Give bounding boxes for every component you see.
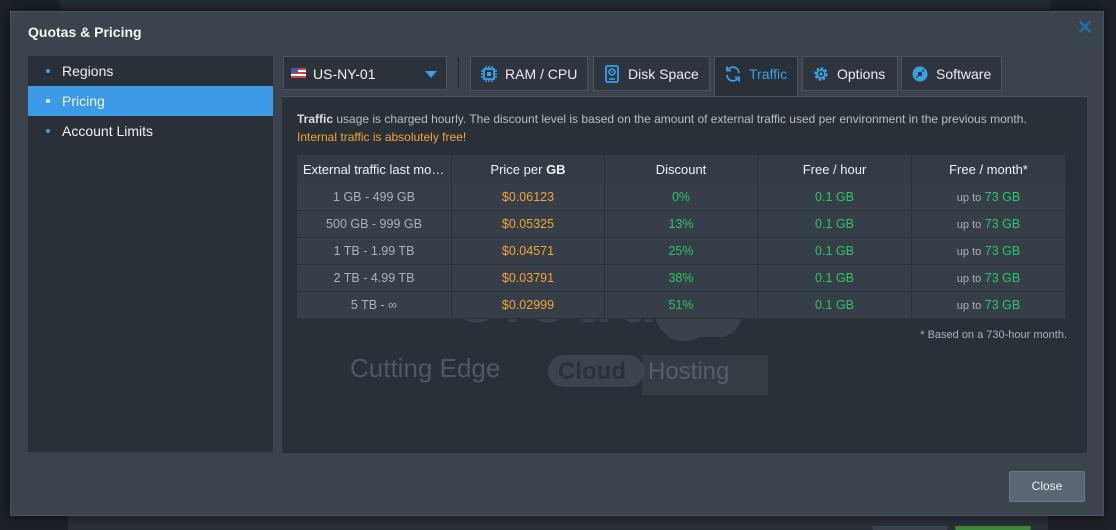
table-row: 1 TB - 1.99 TB $0.04571 25% 0.1 GB up to 73 …: [297, 238, 1065, 265]
traffic-description-bold: Traffic: [297, 112, 334, 126]
column-header-free-month[interactable]: Free / month*: [912, 155, 1065, 184]
quotas-pricing-dialog: Quotas & Pricing ✕ Regions Pricing Accou…: [10, 11, 1104, 516]
traffic-pricing-table: External traffic last mo… Price per GB D…: [297, 155, 1065, 319]
disc-icon: [912, 66, 928, 82]
range-cell: 500 GB - 999 GB: [297, 211, 452, 238]
tab-label: RAM / CPU: [505, 66, 578, 82]
tab-label: Options: [837, 66, 886, 82]
up-to-label: up to: [956, 300, 982, 312]
watermark-tagline-a: Cutting Edge: [350, 353, 500, 383]
tab-disk-space[interactable]: Disk Space: [593, 56, 710, 91]
discount-cell: 25%: [605, 238, 758, 265]
tab-label: Disk Space: [628, 66, 699, 82]
price-cell: $0.03791: [452, 265, 605, 292]
range-cell: 2 TB - 4.99 TB: [297, 265, 452, 292]
close-icon[interactable]: ✕: [1075, 18, 1095, 38]
free-month-value: 73 GB: [984, 244, 1021, 258]
background-window: [60, 0, 1050, 10]
range-cell: 5 TB - ∞: [297, 292, 452, 319]
free-month-cell: up to 73 GB: [912, 292, 1065, 319]
free-hour-cell: 0.1 GB: [758, 211, 912, 238]
up-to-label: up to: [956, 273, 982, 285]
range-cell: 1 TB - 1.99 TB: [297, 238, 452, 265]
us-flag-icon: [291, 68, 306, 78]
table-row: 500 GB - 999 GB $0.05325 13% 0.1 GB up to 73…: [297, 211, 1065, 238]
watermark-tagline-c: Hosting: [648, 358, 729, 385]
region-label: US-NY-01: [313, 66, 376, 82]
sidebar-item-label: Regions: [62, 63, 114, 79]
price-header-unit: GB: [546, 162, 566, 177]
discount-cell: 51%: [605, 292, 758, 319]
disk-icon: [605, 65, 619, 83]
table-body: 1 GB - 499 GB $0.06123 0% 0.1 GB up to 73 GB…: [297, 184, 1065, 319]
up-to-label: up to: [956, 219, 982, 231]
table-row: 1 GB - 499 GB $0.06123 0% 0.1 GB up to 73 GB: [297, 184, 1065, 211]
divider: [458, 58, 459, 88]
discount-cell: 13%: [605, 211, 758, 238]
free-hour-cell: 0.1 GB: [758, 292, 912, 319]
traffic-pricing-panel: Traffic usage is charged hourly. The dis…: [282, 96, 1087, 453]
column-header-range[interactable]: External traffic last mo…: [297, 155, 452, 184]
column-header-price[interactable]: Price per GB: [452, 155, 605, 184]
free-month-cell: up to 73 GB: [912, 211, 1065, 238]
column-header-free-hour[interactable]: Free / hour: [758, 155, 912, 184]
sidebar-item-account-limits[interactable]: Account Limits: [28, 116, 273, 146]
free-hour-cell: 0.1 GB: [758, 238, 912, 265]
price-cell: $0.05325: [452, 211, 605, 238]
close-button[interactable]: Close: [1009, 471, 1085, 502]
price-cell: $0.04571: [452, 238, 605, 265]
chevron-down-icon: [425, 71, 437, 78]
table-row: 2 TB - 4.99 TB $0.03791 38% 0.1 GB up to 73 …: [297, 265, 1065, 292]
free-month-value: 73 GB: [984, 190, 1021, 204]
price-header-prefix: Price per: [490, 162, 547, 177]
bullet-icon: [46, 69, 50, 73]
free-month-cell: up to 73 GB: [912, 265, 1065, 292]
internal-traffic-note: Internal traffic is absolutely free!: [297, 130, 467, 144]
main-panel: US-NY-01 RAM / CPU Disk Space Traffic Op…: [282, 56, 1087, 453]
tab-ram-cpu[interactable]: RAM / CPU: [470, 56, 588, 91]
sidebar-item-label: Account Limits: [62, 123, 154, 139]
tab-label: Traffic: [749, 66, 788, 82]
tab-traffic[interactable]: Traffic: [714, 56, 798, 97]
free-month-value: 73 GB: [984, 298, 1021, 312]
background-button: [872, 526, 948, 530]
free-month-cell: up to 73 GB: [912, 238, 1065, 265]
background-button-green: [955, 526, 1031, 530]
refresh-icon: [726, 66, 740, 82]
bullet-icon: [46, 129, 50, 133]
dialog-title: Quotas & Pricing: [28, 24, 142, 40]
price-cell: $0.02999: [452, 292, 605, 319]
free-hour-cell: 0.1 GB: [758, 265, 912, 292]
sidebar-item-label: Pricing: [62, 93, 105, 109]
footnote: * Based on a 730-hour month.: [920, 329, 1067, 341]
watermark-tagline-b: Cloud: [558, 358, 626, 385]
free-month-cell: up to 73 GB: [912, 184, 1065, 211]
discount-cell: 0%: [605, 184, 758, 211]
tab-software[interactable]: Software: [901, 56, 1002, 91]
free-hour-cell: 0.1 GB: [758, 184, 912, 211]
tab-label: Software: [936, 66, 992, 82]
up-to-label: up to: [956, 192, 982, 204]
table-row: 5 TB - ∞ $0.02999 51% 0.1 GB up to 73 GB: [297, 292, 1065, 319]
column-header-discount[interactable]: Discount: [605, 155, 758, 184]
sidebar-item-regions[interactable]: Regions: [28, 56, 273, 86]
gear-icon: [814, 67, 828, 81]
range-cell: 1 GB - 499 GB: [297, 184, 452, 211]
tab-options[interactable]: Options: [802, 56, 898, 91]
traffic-description-text: usage is charged hourly. The discount le…: [333, 112, 1027, 126]
region-dropdown[interactable]: US-NY-01: [283, 56, 447, 90]
bullet-icon: [46, 99, 50, 103]
sidebar: Regions Pricing Account Limits: [28, 56, 273, 452]
price-cell: $0.06123: [452, 184, 605, 211]
table-header: External traffic last mo… Price per GB D…: [297, 155, 1065, 184]
chip-icon: [481, 66, 497, 82]
discount-cell: 38%: [605, 265, 758, 292]
up-to-label: up to: [956, 246, 982, 258]
traffic-description: Traffic usage is charged hourly. The dis…: [297, 112, 1027, 126]
free-month-value: 73 GB: [984, 217, 1021, 231]
free-month-value: 73 GB: [984, 271, 1021, 285]
sidebar-item-pricing[interactable]: Pricing: [28, 86, 273, 116]
